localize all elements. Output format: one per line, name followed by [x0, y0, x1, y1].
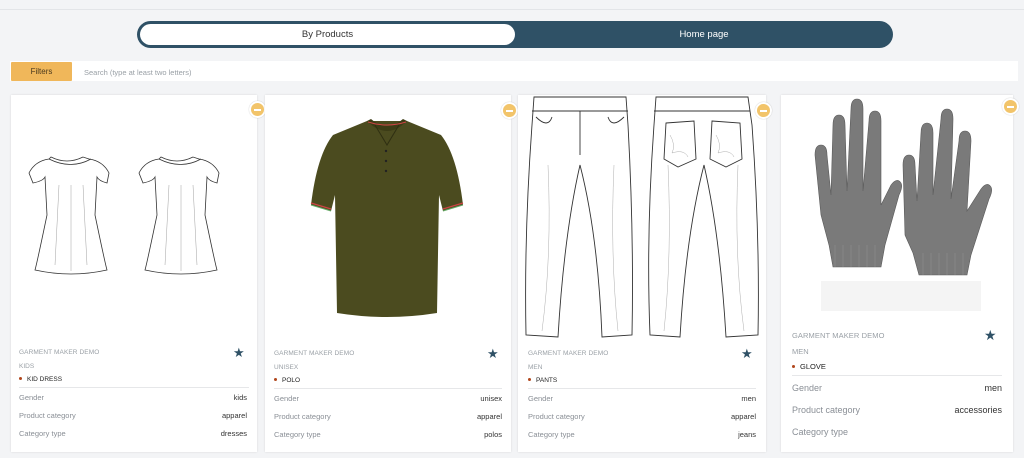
gender-tag: UNISEX — [274, 364, 299, 371]
product-category-value: apparel — [221, 411, 247, 420]
remove-icon[interactable] — [249, 101, 266, 118]
category-type-value: dresses — [220, 429, 247, 438]
category-type-value: polos — [484, 430, 502, 439]
product-name-text: KID DRESS — [27, 376, 63, 383]
gender-label: Gender — [274, 394, 300, 403]
product-category-value: apparel — [476, 412, 502, 421]
gender-label: Gender — [19, 393, 45, 402]
gender-value: unisex — [480, 394, 502, 403]
gender-tag: MEN — [792, 347, 809, 356]
product-category-label: Product category — [19, 411, 76, 420]
search-input[interactable] — [82, 63, 1006, 81]
category-type-label: Category type — [19, 429, 66, 438]
tab-by-products[interactable]: By Products — [140, 24, 515, 45]
status-dot-icon — [19, 377, 22, 380]
brand-label: GARMENT MAKER DEMO — [19, 349, 100, 356]
product-name: GLOVE — [792, 362, 826, 371]
gender-value: men — [741, 394, 756, 403]
product-name: POLO — [274, 377, 300, 384]
filters-button[interactable]: Filters — [11, 62, 72, 81]
category-type-value: jeans — [738, 430, 756, 439]
gender-value: kids — [233, 393, 247, 402]
polo-shirt-image — [310, 119, 464, 317]
status-dot-icon — [792, 365, 795, 368]
category-type-label: Category type — [274, 430, 321, 439]
pants-image — [525, 96, 759, 338]
category-type-label: Category type — [528, 430, 575, 439]
product-card[interactable]: GARMENT MAKER DEMO ★ MEN PANTS Gender me… — [518, 95, 772, 452]
gender-label: Gender — [528, 394, 554, 403]
card-divider — [274, 388, 502, 389]
kid-dress-image — [28, 156, 220, 275]
product-card[interactable]: GARMENT MAKER DEMO ★ MEN GLOVE Gender me… — [781, 95, 1019, 452]
product-name: PANTS — [528, 377, 557, 384]
favorite-star-icon[interactable]: ★ — [487, 347, 499, 360]
favorite-star-icon[interactable]: ★ — [741, 347, 753, 360]
product-category-label: Product category — [528, 412, 585, 421]
status-dot-icon — [274, 378, 277, 381]
gender-label: Gender — [792, 383, 823, 393]
card-divider — [792, 375, 1002, 376]
favorite-star-icon[interactable]: ★ — [984, 328, 997, 342]
brand-label: GARMENT MAKER DEMO — [528, 350, 609, 357]
card-divider — [528, 388, 756, 389]
card-divider — [19, 387, 249, 388]
view-toggle: By Products Home page — [137, 21, 893, 48]
product-name: KID DRESS — [19, 376, 62, 383]
product-name-text: PANTS — [536, 377, 558, 384]
product-name-text: GLOVE — [800, 362, 826, 371]
product-category-label: Product category — [792, 405, 861, 415]
product-category-value: apparel — [730, 412, 756, 421]
brand-label: GARMENT MAKER DEMO — [274, 350, 355, 357]
product-category-value: accessories — [954, 405, 1002, 415]
favorite-star-icon[interactable]: ★ — [233, 346, 245, 359]
product-name-text: POLO — [282, 377, 301, 384]
glove-image — [814, 98, 992, 311]
filters-bar: Filters — [10, 61, 1018, 81]
gender-tag: KIDS — [19, 363, 35, 370]
product-category-label: Product category — [274, 412, 331, 421]
gender-value: men — [984, 383, 1002, 393]
gender-tag: MEN — [528, 364, 543, 371]
category-type-label: Category type — [792, 427, 849, 437]
status-dot-icon — [528, 378, 531, 381]
product-card[interactable]: GARMENT MAKER DEMO ★ UNISEX POLO Gender … — [265, 95, 518, 452]
product-card[interactable]: GARMENT MAKER DEMO ★ KIDS KID DRESS Gend… — [11, 95, 266, 452]
brand-label: GARMENT MAKER DEMO — [792, 331, 885, 340]
tab-home-page[interactable]: Home page — [515, 21, 893, 48]
top-divider — [0, 9, 1024, 10]
